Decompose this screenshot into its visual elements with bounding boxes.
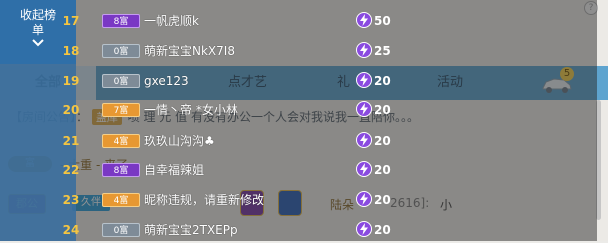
ranking-row[interactable]: 22 8富 自幸福辣姐 20 xyxy=(63,157,597,183)
contribution-score: 20 xyxy=(374,74,391,88)
ranking-username[interactable]: 萌新宝宝NkX7I8 xyxy=(144,38,235,64)
wealth-level-badge: 0富 xyxy=(102,223,140,237)
ranking-username[interactable]: 昵称违规，请重新修改 xyxy=(144,187,264,213)
contribution-score: 25 xyxy=(374,44,391,58)
lightning-icon xyxy=(356,132,372,148)
ranking-row[interactable]: 18 0富 萌新宝宝NkX7I8 25 xyxy=(63,38,597,64)
lightning-icon xyxy=(356,161,372,177)
rank-number: 19 xyxy=(62,74,80,88)
ranking-row[interactable]: 17 8富 一帆虎顺k 50 xyxy=(63,8,597,34)
rank-number: 23 xyxy=(62,193,80,207)
contribution-score: 50 xyxy=(374,14,391,28)
ranking-row[interactable]: 20 7富 一情丶帝 *女小林 20 xyxy=(63,97,597,123)
wealth-level-badge: 0富 xyxy=(102,74,140,88)
ranking-username[interactable]: 萌新宝宝2TXEPp xyxy=(144,217,238,243)
ranking-username[interactable]: 玖玖山沟沟♣ xyxy=(144,128,215,154)
contribution-score: 20 xyxy=(374,134,391,148)
ranking-row[interactable]: 23 4富 昵称违规，请重新修改 20 xyxy=(63,187,597,213)
rank-number: 24 xyxy=(62,223,80,237)
contribution-score: 20 xyxy=(374,163,391,177)
collapse-ranking-label: 收起榜单 xyxy=(20,8,57,37)
wealth-level-badge: 4富 xyxy=(102,193,140,207)
lightning-icon xyxy=(356,12,372,28)
rank-number: 22 xyxy=(62,163,80,177)
rank-number: 20 xyxy=(62,103,80,117)
contribution-score: 20 xyxy=(374,103,391,117)
lightning-icon xyxy=(356,72,372,88)
contribution-score: 20 xyxy=(374,193,391,207)
rank-number: 18 xyxy=(62,44,80,58)
contribution-score: 20 xyxy=(374,223,391,237)
wealth-level-badge: 7富 xyxy=(102,103,140,117)
lightning-icon xyxy=(356,101,372,117)
ranking-overlay: 收起榜单 17 8富 一帆虎顺k 50 18 0富 萌新宝宝NkX7I8 25 19 0富 gxe1… xyxy=(0,0,597,241)
wealth-level-badge: 0富 xyxy=(102,44,140,58)
ranking-username[interactable]: 一帆虎顺k xyxy=(144,8,199,34)
ranking-row[interactable]: 19 0富 gxe123 20 xyxy=(63,68,597,94)
wealth-level-badge: 8富 xyxy=(102,163,140,177)
ranking-username[interactable]: 一情丶帝 *女小林 xyxy=(144,97,238,123)
lightning-icon xyxy=(356,191,372,207)
wealth-level-badge: 4富 xyxy=(102,134,140,148)
ranking-row[interactable]: 24 0富 萌新宝宝2TXEPp 20 xyxy=(63,217,597,243)
chevron-down-icon xyxy=(32,39,44,47)
rank-number: 21 xyxy=(62,134,80,148)
ranking-username[interactable]: gxe123 xyxy=(144,68,189,94)
wealth-level-badge: 8富 xyxy=(102,14,140,28)
rank-number: 17 xyxy=(62,14,80,28)
lightning-icon xyxy=(356,221,372,237)
ranking-username[interactable]: 自幸福辣姐 xyxy=(144,157,204,183)
lightning-icon xyxy=(356,42,372,58)
ranking-row[interactable]: 21 4富 玖玖山沟沟♣ 20 xyxy=(63,128,597,154)
